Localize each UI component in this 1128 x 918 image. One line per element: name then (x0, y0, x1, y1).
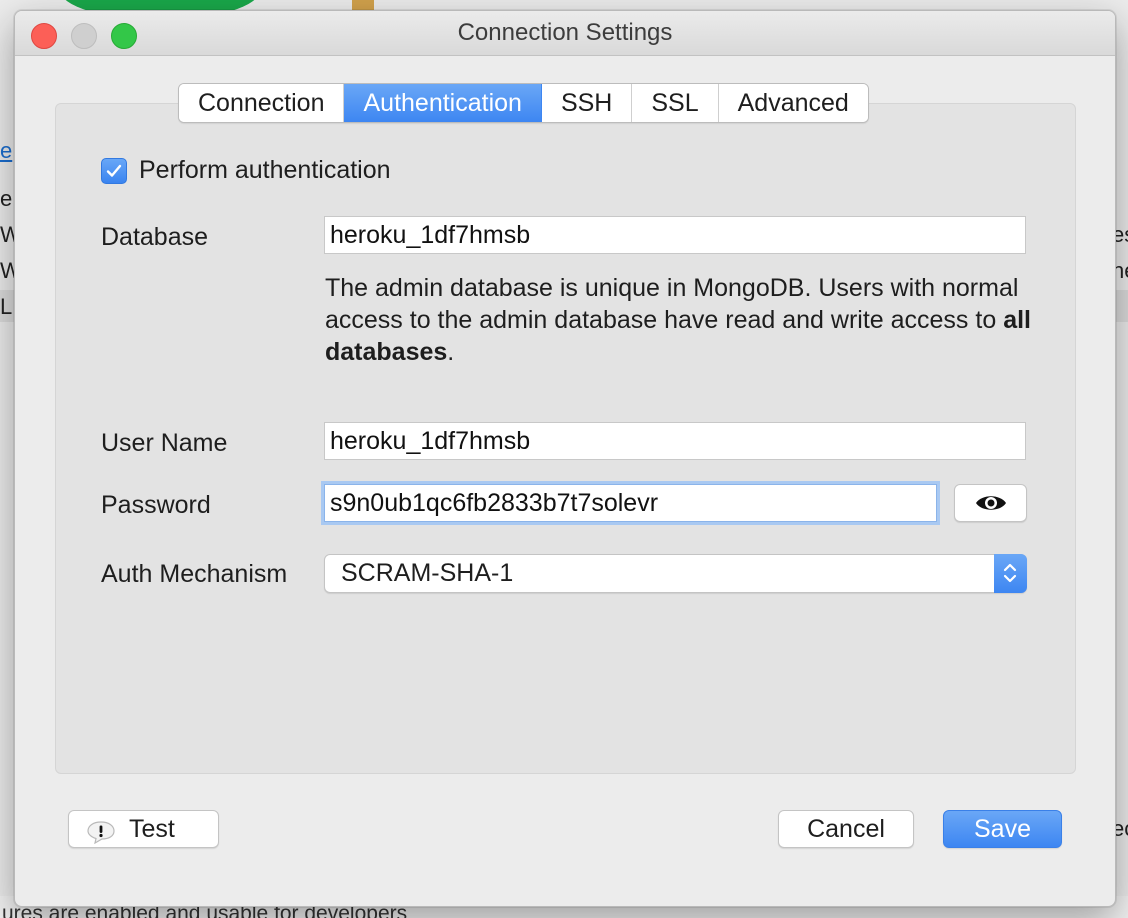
warning-bubble-icon (86, 818, 116, 854)
test-button-label: Test (129, 815, 175, 843)
tab-advanced[interactable]: Advanced (718, 84, 868, 122)
test-button[interactable]: Test (68, 810, 219, 848)
database-help-text: The admin database is unique in MongoDB.… (325, 272, 1035, 368)
auth-mechanism-select[interactable]: SCRAM-SHA-1 (324, 554, 1027, 593)
chevron-updown-icon (1003, 563, 1017, 583)
tab-connection[interactable]: Connection (179, 84, 345, 122)
tab-ssh[interactable]: SSH (541, 84, 633, 122)
window-title: Connection Settings (457, 19, 673, 46)
eye-icon (975, 493, 1007, 518)
tab-bar: Connection Authentication SSH SSL Advanc… (178, 83, 869, 123)
background-text-1: e (0, 186, 13, 211)
select-stepper (994, 554, 1027, 593)
database-label: Database (101, 223, 209, 251)
save-button[interactable]: Save (943, 810, 1062, 848)
background-link[interactable]: e (0, 138, 12, 164)
cancel-button[interactable]: Cancel (778, 810, 914, 848)
tab-ssl[interactable]: SSL (632, 84, 719, 122)
auth-mechanism-value: SCRAM-SHA-1 (341, 559, 514, 587)
perform-authentication-checkbox[interactable] (101, 158, 127, 184)
checkmark-icon (106, 164, 122, 177)
perform-authentication-label[interactable]: Perform authentication (139, 156, 391, 185)
help-text-end: . (447, 338, 455, 366)
auth-mechanism-label: Auth Mechanism (101, 560, 288, 588)
help-text-main: The admin database is unique in MongoDB.… (325, 274, 1019, 334)
username-label: User Name (101, 429, 228, 457)
password-input[interactable] (324, 484, 937, 522)
connection-settings-dialog: Connection Settings Connection Authentic… (14, 10, 1116, 907)
tab-authentication[interactable]: Authentication (344, 84, 542, 122)
database-input[interactable] (324, 216, 1026, 254)
background-text-4: L (0, 294, 13, 319)
title-bar: Connection Settings (15, 11, 1115, 56)
show-password-button[interactable] (954, 484, 1027, 522)
username-input[interactable] (324, 422, 1026, 460)
password-label: Password (101, 491, 211, 519)
